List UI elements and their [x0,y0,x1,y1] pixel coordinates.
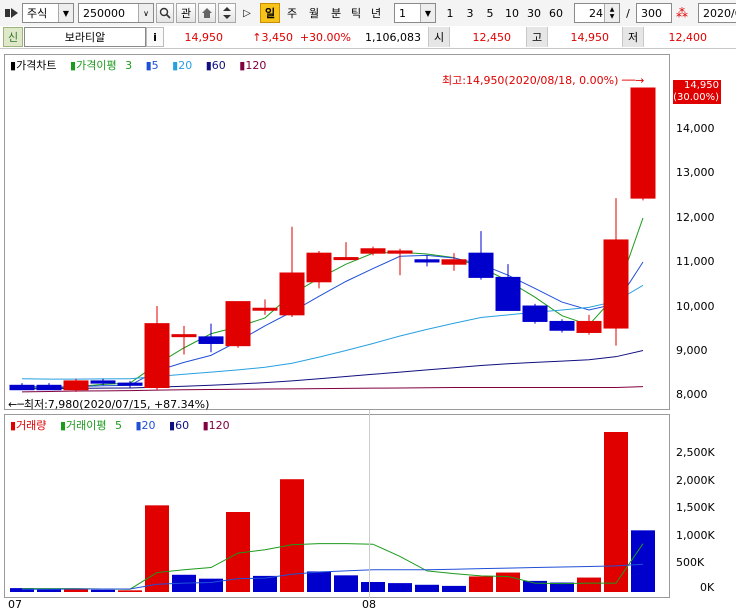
month-divider [369,410,370,598]
legend-title: 가격차트 [16,59,57,72]
volume-axis-tick: 2,000K [676,474,715,487]
candle-body [522,305,548,322]
x-axis-label: 07 [8,598,22,611]
x-axis-label: 08 [362,598,376,611]
volume-bar [388,583,412,592]
price-ma-line-20 [21,284,644,380]
volume-axis-tick: 1,500K [676,501,715,514]
high-annotation: 최고:14,950(2020/08/18, 0.00%) ──→ [442,72,644,88]
candle-body [576,320,602,333]
legend-ma-5: ▮5 [145,59,159,72]
candle-body [414,259,440,263]
volume-legend: ▮거래량 ▮거래이평 5 ▮20 ▮60 ▮120 [10,417,240,433]
low-annotation-text: 최저:7,980(2020/07/15, +87.34%) [23,398,210,411]
volume-bar [118,590,142,592]
price-axis-tick: 10,000 [676,300,715,313]
legend-ma-value: 20 [141,419,156,432]
legend-price-title: ▮가격차트 [10,59,57,72]
legend-ma-3: 3 [125,59,133,72]
candle-body [225,301,251,347]
volume-axis-tick: 1,000K [676,529,715,542]
volume-bar [577,577,601,592]
arrow-right-icon: ──→ [621,74,645,87]
price-axis-tick: 9,000 [676,344,708,357]
volume-bar [415,584,439,592]
price-axis-tick: 8,000 [676,388,708,401]
legend-title: 거래량 [16,419,47,432]
volume-bar [334,575,358,592]
legend-vol-ma-5: 5 [114,419,122,432]
volume-axis-tick: 0K [700,581,715,594]
volume-bar [199,578,223,592]
legend-ma-value: 5 [151,59,159,72]
legend-ma-value: 60 [175,419,190,432]
candle-body [117,382,143,386]
legend-ma-text: 가격이평 [76,59,117,72]
volume-ma-line-5 [22,543,644,590]
volume-bar [91,589,115,592]
legend-ma-60: ▮60 [205,59,226,72]
legend-ma-text: 거래이평 [66,419,107,432]
high-annotation-text: 최고:14,950(2020/08/18, 0.00%) [442,74,619,87]
legend-vol-ma-60: ▮60 [169,419,190,432]
candle-body [360,248,386,254]
volume-bar [145,505,169,592]
candle-body [495,276,521,311]
low-annotation: ←─최저:7,980(2020/07/15, +87.34%) [8,396,209,412]
price-tag-pct: (30.00%) [673,92,719,103]
candle-body [144,323,170,389]
price-ma-line-3 [21,217,644,389]
legend-ma-value: 120 [208,419,230,432]
candle-body [9,384,35,391]
chart-canvas [9,87,656,592]
candle-body [171,334,197,338]
candle-body [603,239,629,329]
volume-ma-line-20 [22,563,644,590]
legend-vol-ma-120: ▮120 [202,419,230,432]
legend-vol-ma-label: ▮거래이평 5 [59,419,122,432]
candle-body [333,257,359,261]
volume-bar [631,530,655,592]
price-axis-tick: 14,000 [676,122,715,135]
legend-ma-20: ▮20 [172,59,193,72]
volume-bar [307,571,331,592]
candle-body [36,384,62,391]
legend-ma-value: 20 [178,59,193,72]
candle-body [279,272,305,316]
candle-body [441,259,467,265]
current-price-tag: 14,950 (30.00%) [673,80,721,104]
legend-ma-value: 60 [211,59,226,72]
price-axis-tick: 12,000 [676,211,715,224]
legend-ma-label: ▮가격이평 3 [70,59,133,72]
arrow-left-icon: ←─ [8,398,24,411]
candle-body [387,250,413,254]
volume-bar [361,582,385,592]
volume-bar [604,432,628,592]
candle-body [630,87,656,199]
legend-ma-120: ▮120 [239,59,267,72]
candle-body [90,380,116,384]
price-tag-value: 14,950 [684,80,719,91]
candle-body [468,252,494,278]
legend-volume-title: ▮거래량 [10,419,47,432]
candle-body [63,380,89,391]
candle-body [306,252,332,283]
volume-bar [469,576,493,592]
price-axis-tick: 11,000 [676,255,715,268]
price-axis-tick: 13,000 [676,166,715,179]
price-legend: ▮가격차트 ▮가격이평 3 ▮5 ▮20 ▮60 ▮120 [10,57,276,73]
volume-bar [496,572,520,592]
legend-ma-value: 120 [245,59,267,72]
candle-body [252,307,278,311]
candle-body [549,320,575,331]
volume-bar [523,580,547,592]
price-ma-line-120 [21,386,644,393]
candle-body [198,336,224,344]
volume-axis-tick: 2,500K [676,446,715,459]
volume-bar [442,585,466,592]
volume-axis-tick: 500K [676,556,705,569]
legend-vol-ma-20: ▮20 [135,419,156,432]
